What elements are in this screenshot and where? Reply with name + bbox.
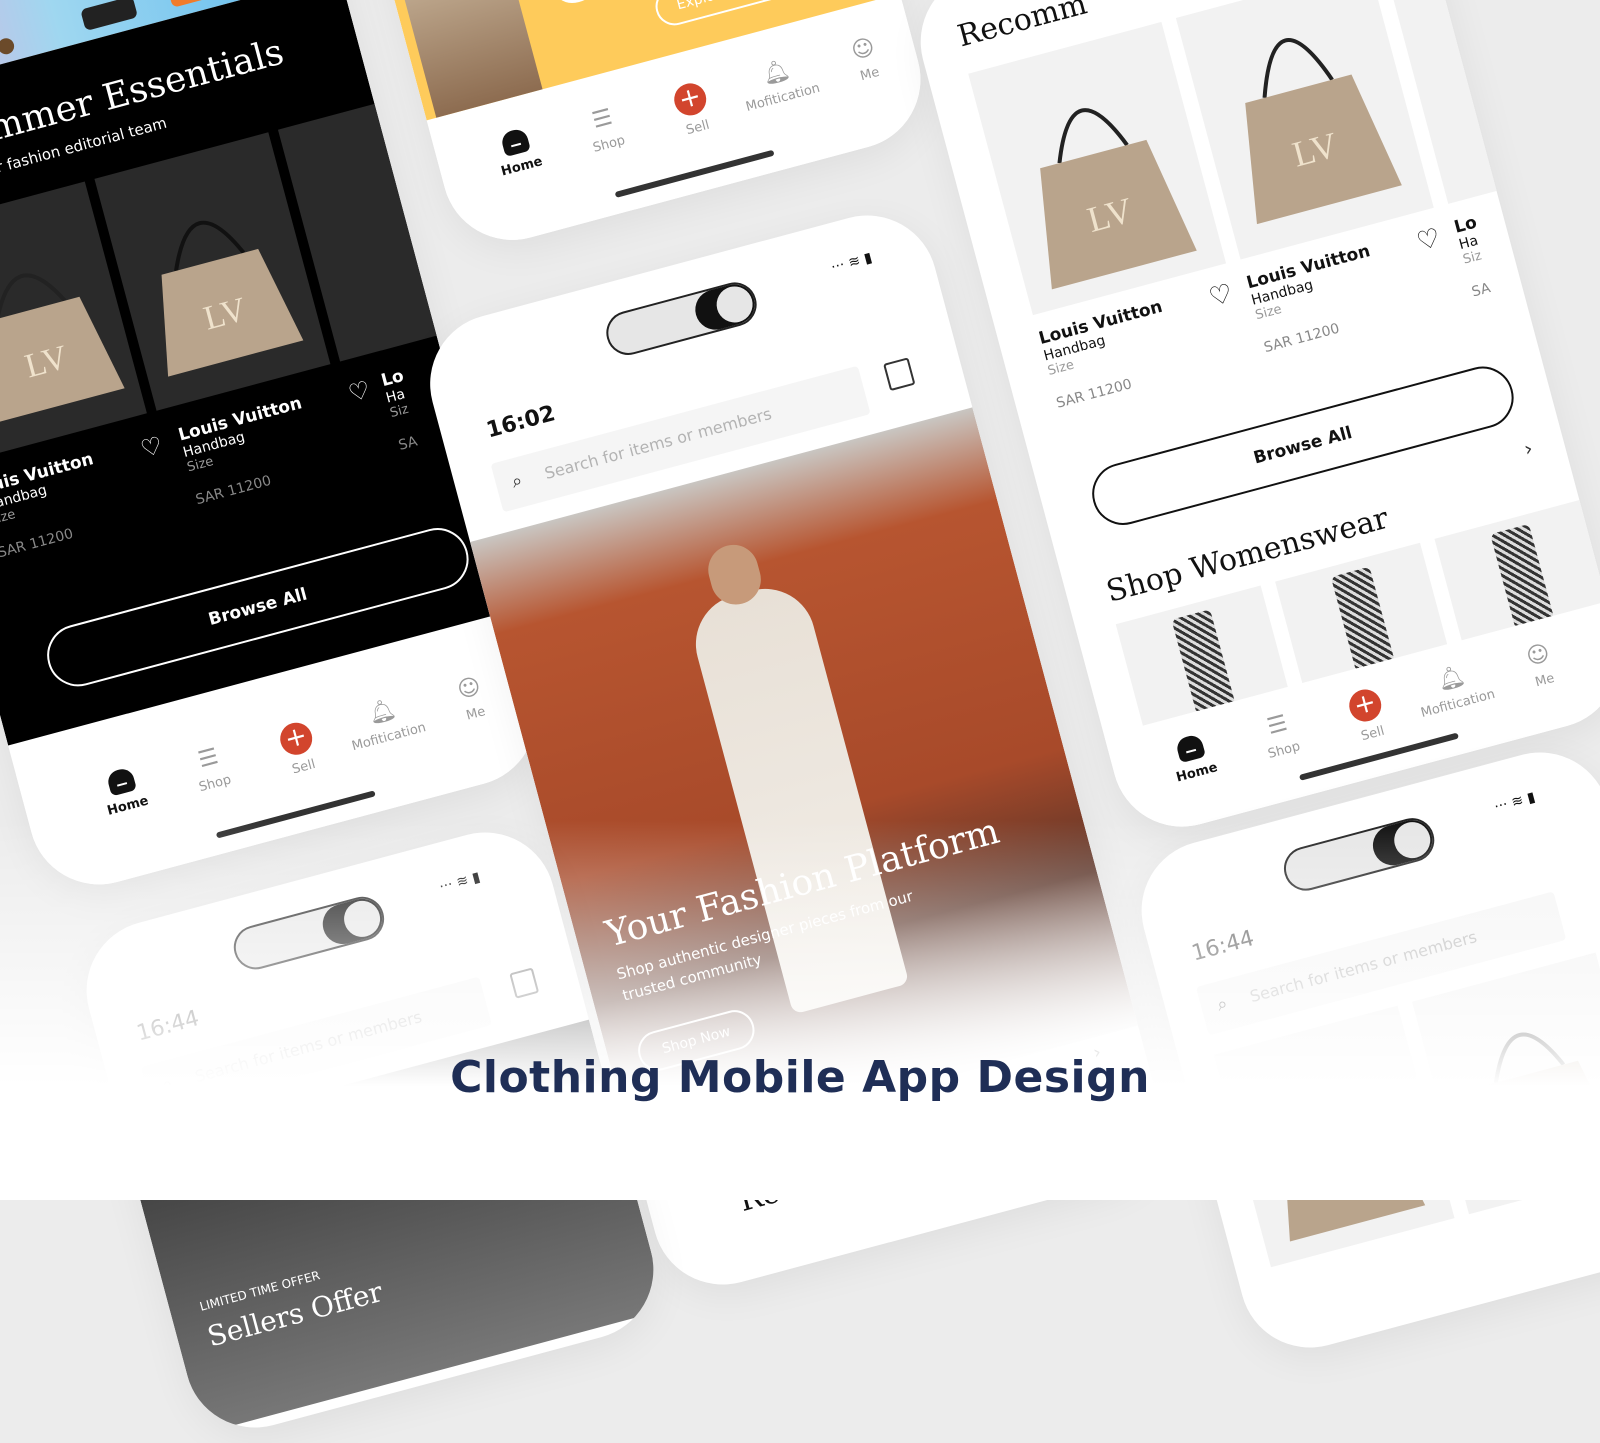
tab-label: Shop xyxy=(1266,739,1301,762)
product-card[interactable]: LV xyxy=(968,22,1226,315)
tab-sell[interactable]: +Sell xyxy=(643,72,744,146)
status-time: 16:44 xyxy=(1189,926,1257,967)
plus-icon: + xyxy=(277,719,316,758)
tab-sell[interactable]: +Sell xyxy=(1318,678,1419,752)
home-icon xyxy=(1175,733,1206,763)
home-indicator xyxy=(216,790,376,838)
product-card[interactable]: LV xyxy=(1214,1006,1454,1268)
tab-me[interactable]: ☺Me xyxy=(1492,632,1591,700)
tab-label: Sell xyxy=(291,757,318,778)
phone-right-bottom: ··· ≋ ▮ 16:44 ⌕ Search for items or memb… xyxy=(1126,737,1600,1364)
shopping-bag-icon[interactable] xyxy=(509,967,539,998)
tab-home[interactable]: Home xyxy=(469,119,568,186)
tab-label: Home xyxy=(500,154,545,179)
heart-icon[interactable]: ♡ xyxy=(1206,278,1236,313)
tab-label: Shop xyxy=(197,772,232,795)
dynamic-island xyxy=(1279,813,1439,895)
user-icon: ☺ xyxy=(422,665,515,712)
shopping-bag-icon[interactable] xyxy=(883,357,915,391)
tab-shop[interactable]: ☰Shop xyxy=(1231,702,1330,770)
heart-icon[interactable]: ♡ xyxy=(1414,223,1444,258)
tab-me[interactable]: ☺Me xyxy=(816,26,915,94)
search-icon: ⌕ xyxy=(1215,993,1230,1016)
dress-image xyxy=(1171,609,1234,711)
chevron-right-icon[interactable]: › xyxy=(1521,436,1535,461)
page-title: Clothing Mobile App Design xyxy=(0,1052,1600,1103)
tab-home[interactable]: Home xyxy=(75,758,174,825)
home-indicator xyxy=(615,150,775,198)
tab-label: Shop xyxy=(591,133,626,156)
dress-image xyxy=(1331,567,1394,669)
dress-image xyxy=(1490,524,1553,626)
tab-home[interactable]: Home xyxy=(1144,725,1243,792)
product-info: Lo Ha Siz SA xyxy=(1452,205,1522,300)
home-icon xyxy=(500,127,531,157)
handbag-image: LV xyxy=(0,223,132,436)
search-list-icon: ☰ xyxy=(556,96,649,143)
user-icon: ☺ xyxy=(1492,632,1585,679)
dynamic-island xyxy=(229,892,389,974)
tab-notification[interactable]: 🔔︎Mofitication xyxy=(336,688,435,756)
tab-shop[interactable]: ☰Shop xyxy=(162,735,261,803)
tab-label: Me xyxy=(465,704,487,723)
home-icon xyxy=(106,767,137,797)
status-icons: ··· ≋ ▮ xyxy=(1493,789,1537,815)
handbag-image: LV xyxy=(1195,0,1409,235)
user-icon: ☺ xyxy=(816,26,909,73)
product-info: Louis Vuitton Handbag Size SAR 11200 xyxy=(176,385,353,509)
tab-label: Me xyxy=(859,65,881,84)
dynamic-island xyxy=(601,278,761,360)
heart-icon[interactable]: ♡ xyxy=(345,375,373,408)
handbag-image: LV xyxy=(993,46,1204,300)
tab-sell[interactable]: +Sell xyxy=(249,712,350,786)
carousel-dots xyxy=(871,1105,906,1131)
tab-notification[interactable]: 🔔︎Mofitication xyxy=(730,49,829,117)
browse-all-button[interactable]: Browse All xyxy=(40,521,475,693)
tab-label: Sell xyxy=(685,118,712,139)
plus-icon: + xyxy=(671,80,710,119)
explore-bags-button[interactable]: Explore bags xyxy=(651,0,790,30)
plus-icon: + xyxy=(1346,686,1385,725)
tab-shop[interactable]: ☰Shop xyxy=(556,96,655,164)
status-time: 16:44 xyxy=(134,1006,202,1047)
tab-notification[interactable]: 🔔︎Mofitication xyxy=(1405,655,1504,723)
handbag-image: LV xyxy=(117,165,311,387)
product-price: SA xyxy=(1470,272,1522,300)
status-icons: ··· ≋ ▮ xyxy=(829,250,873,276)
tab-label: Me xyxy=(1534,671,1556,690)
heart-icon[interactable]: ♡ xyxy=(138,431,166,464)
product-info: ouis Vuitton Handbag Size SAR 11200 xyxy=(0,438,155,562)
status-icons: ··· ≋ ▮ xyxy=(438,869,482,895)
search-list-icon: ☰ xyxy=(1231,702,1324,749)
search-list-icon: ☰ xyxy=(162,735,255,782)
tab-label: Home xyxy=(106,793,151,818)
status-time: 16:02 xyxy=(484,401,558,443)
tab-label: Home xyxy=(1175,760,1220,785)
tab-label: Sell xyxy=(1360,724,1387,745)
search-icon: ⌕ xyxy=(509,470,524,493)
clothes-rack-image xyxy=(385,0,543,118)
